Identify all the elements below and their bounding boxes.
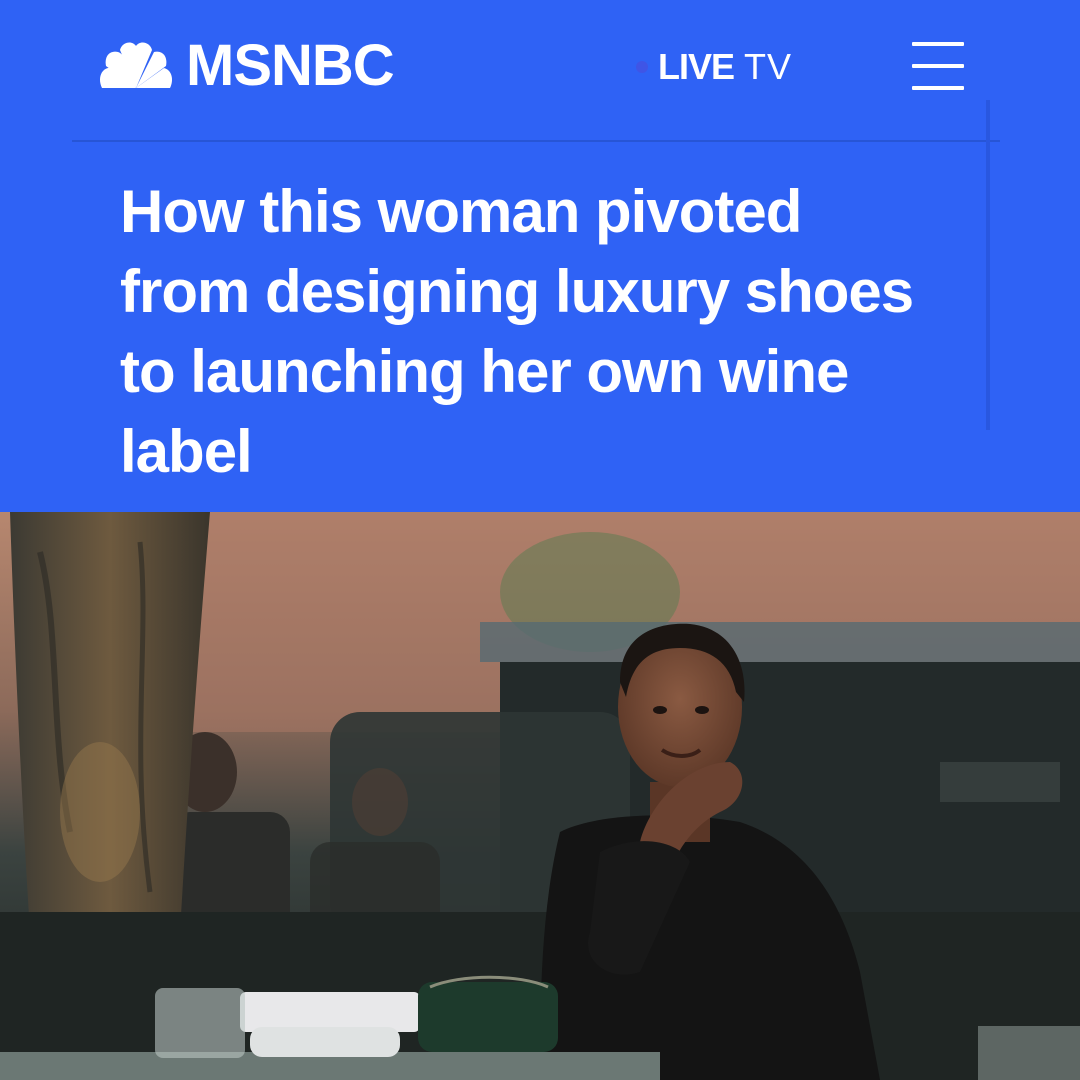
- article-headline: How this woman pivoted from designing lu…: [120, 178, 914, 485]
- article-hero-image: [0, 512, 1080, 1080]
- peacock-icon: [100, 42, 172, 88]
- hero-photo-illustration: [0, 512, 1080, 1080]
- brand-wordmark: MSNBC: [186, 33, 395, 98]
- hamburger-menu-icon[interactable]: [912, 42, 964, 90]
- msnbc-logo[interactable]: MSNBC: [96, 33, 395, 98]
- scrollbar-track: [986, 100, 990, 430]
- nav-divider: [72, 140, 1000, 142]
- tv-label: TV: [744, 46, 793, 87]
- site-header: MSNBC LIVE TV How this woman pivoted fro…: [0, 0, 1080, 512]
- live-tv-link[interactable]: LIVE TV: [636, 44, 792, 90]
- live-indicator-dot: [636, 61, 648, 73]
- top-nav: MSNBC LIVE TV: [0, 0, 1080, 140]
- live-label: LIVE: [658, 46, 735, 87]
